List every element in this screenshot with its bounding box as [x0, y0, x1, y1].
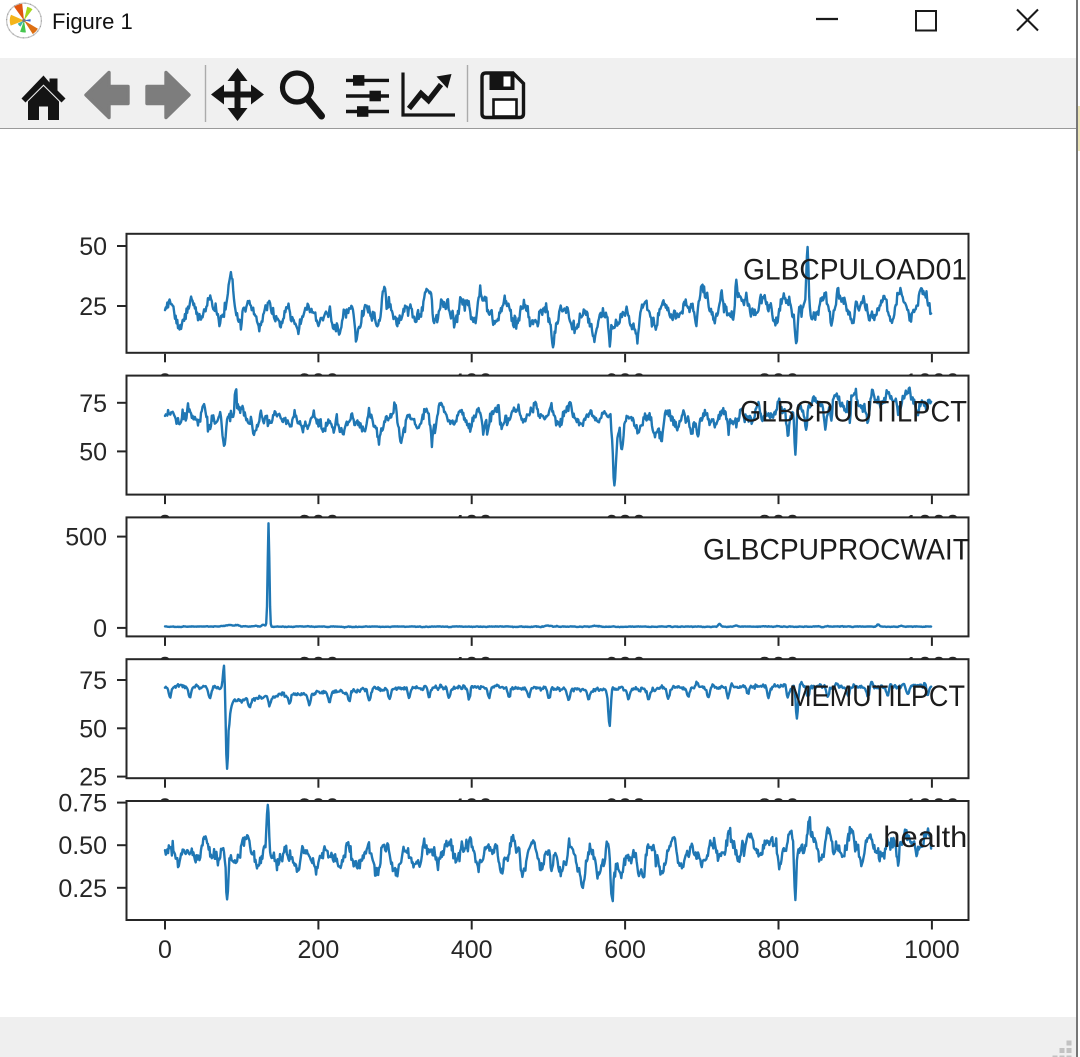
svg-text:25: 25 — [79, 293, 107, 321]
svg-text:0.75: 0.75 — [58, 790, 107, 818]
svg-text:GLBCPUUTILPCT: GLBCPUUTILPCT — [740, 395, 967, 428]
svg-text:GLBCPULOAD01: GLBCPULOAD01 — [743, 254, 967, 287]
svg-text:50: 50 — [79, 715, 107, 743]
svg-text:0.25: 0.25 — [58, 875, 107, 903]
svg-text:MEMUTILPCT: MEMUTILPCT — [789, 680, 965, 713]
svg-text:GLBCPUPROCWAIT: GLBCPUPROCWAIT — [703, 534, 970, 567]
svg-text:800: 800 — [758, 936, 800, 964]
svg-text:75: 75 — [79, 390, 107, 418]
svg-text:50: 50 — [79, 233, 107, 261]
svg-text:75: 75 — [79, 667, 107, 695]
svg-text:500: 500 — [65, 524, 107, 552]
svg-text:200: 200 — [298, 936, 340, 964]
svg-text:health: health — [883, 821, 967, 854]
svg-text:400: 400 — [451, 936, 493, 964]
svg-text:600: 600 — [604, 936, 646, 964]
svg-text:0: 0 — [158, 936, 172, 964]
svg-text:0.50: 0.50 — [58, 832, 107, 860]
svg-text:50: 50 — [79, 438, 107, 466]
svg-text:25: 25 — [79, 764, 107, 792]
svg-text:0: 0 — [93, 615, 107, 643]
svg-text:1000: 1000 — [904, 936, 960, 964]
